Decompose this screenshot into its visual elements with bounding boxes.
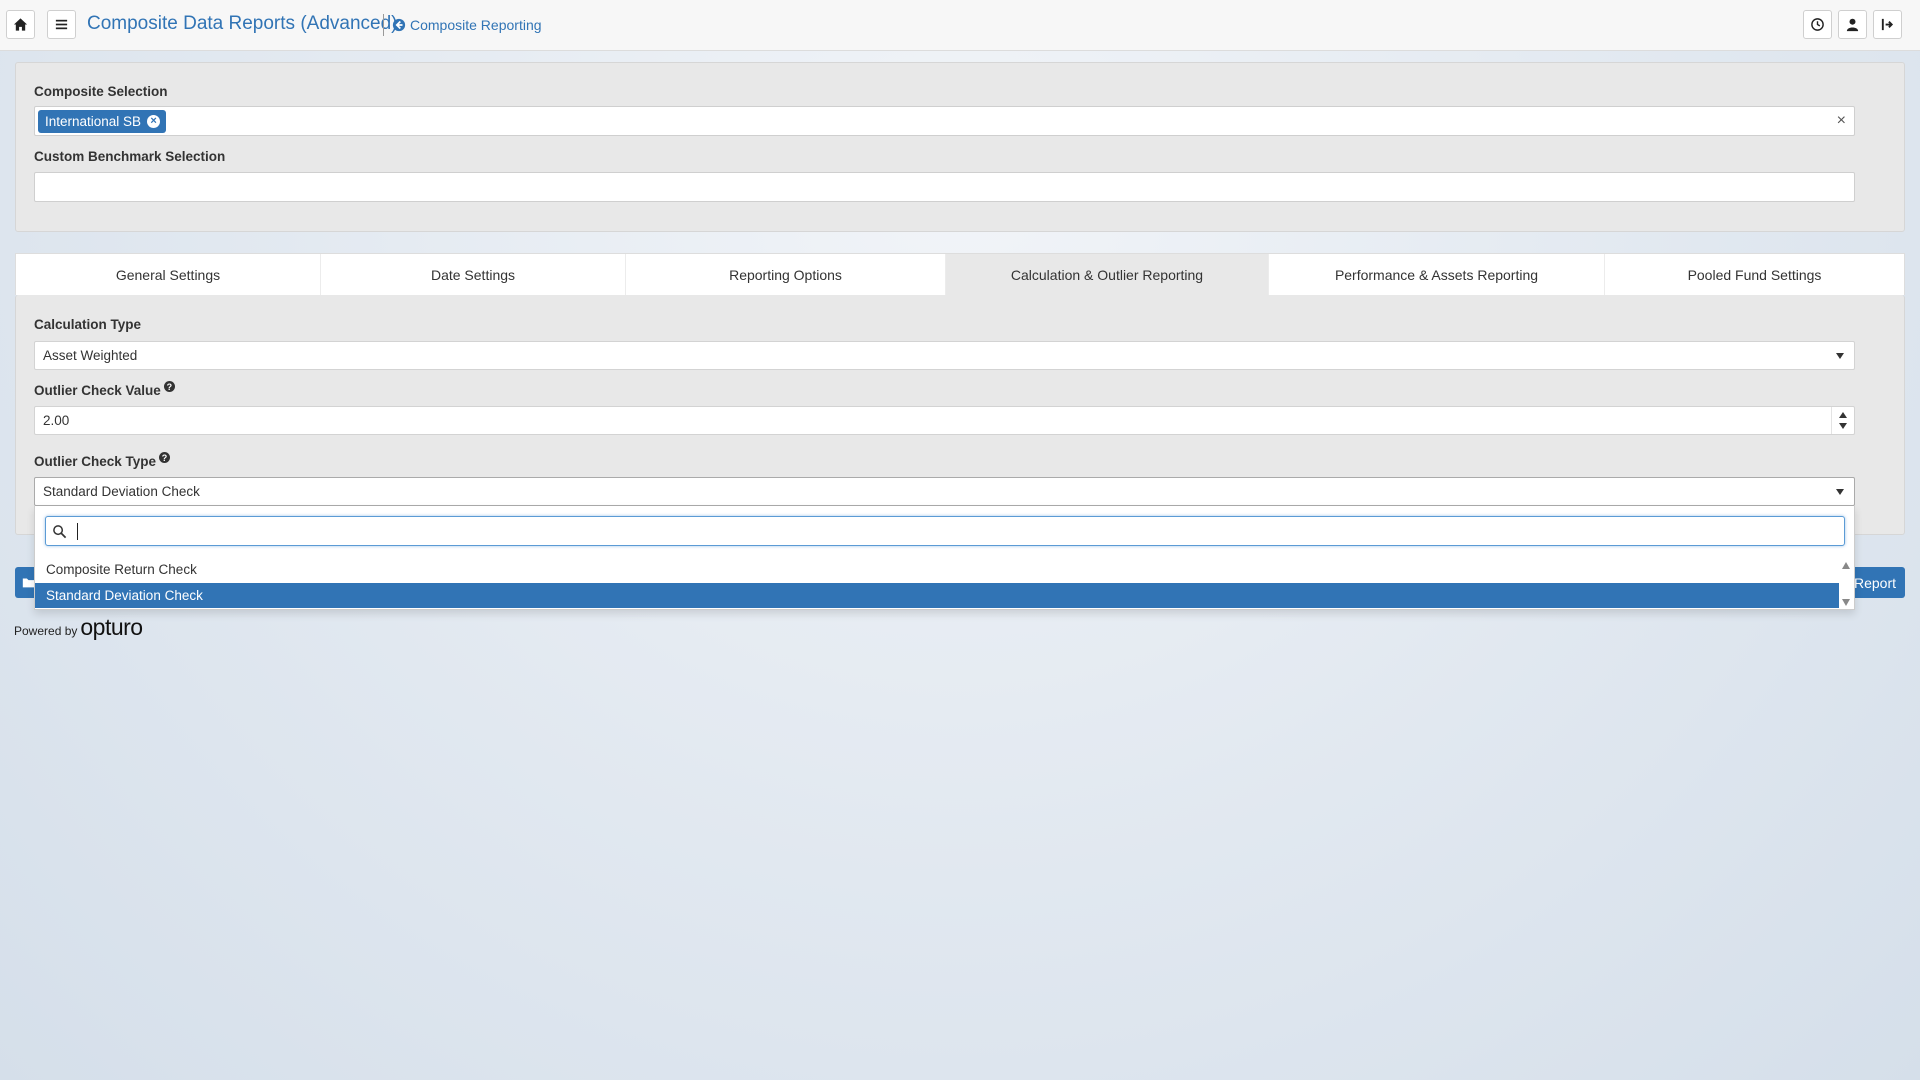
tab-reporting-options[interactable]: Reporting Options [626, 254, 946, 295]
tab-performance-assets-reporting[interactable]: Performance & Assets Reporting [1269, 254, 1605, 295]
clear-selection-icon[interactable]: × [1837, 112, 1846, 130]
outlier-check-type-value: Standard Deviation Check [43, 484, 200, 499]
number-spinner[interactable] [1831, 407, 1854, 434]
home-button[interactable] [6, 10, 35, 39]
logout-icon [1881, 18, 1894, 31]
scroll-up-icon[interactable] [1842, 562, 1850, 569]
powered-by-text: Powered by [14, 624, 78, 638]
calculation-type-value: Asset Weighted [43, 348, 138, 363]
history-icon [1811, 18, 1824, 31]
help-icon[interactable]: ? [163, 381, 175, 392]
chevron-down-icon [1836, 353, 1844, 359]
chevron-down-icon [1836, 489, 1844, 495]
tab-general-settings[interactable]: General Settings [16, 254, 321, 295]
dropdown-search-input[interactable] [45, 516, 1845, 546]
spin-down-icon[interactable] [1839, 423, 1847, 429]
logout-button[interactable] [1873, 10, 1902, 39]
outlier-check-value: 2.00 [43, 413, 70, 428]
tab-calculation-outlier-reporting[interactable]: Calculation & Outlier Reporting [946, 254, 1269, 295]
home-icon [13, 18, 28, 31]
user-button[interactable] [1838, 10, 1867, 39]
menu-button[interactable] [47, 10, 76, 39]
calculation-type-select[interactable]: Asset Weighted [34, 341, 1855, 370]
text-cursor [77, 522, 78, 540]
powered-by: Powered by opturo [14, 614, 143, 641]
opturo-logo: opturo [80, 614, 143, 640]
help-icon[interactable]: ? [159, 452, 171, 463]
benchmark-selection-input[interactable] [34, 172, 1855, 202]
calculation-type-label: Calculation Type [34, 317, 142, 332]
settings-tabs: General Settings Date Settings Reporting… [15, 253, 1905, 295]
spin-up-icon[interactable] [1839, 412, 1847, 418]
tag-remove-icon[interactable]: × [147, 115, 161, 128]
search-icon [53, 524, 67, 538]
composite-reporting-link[interactable]: Composite Reporting [392, 17, 542, 33]
composite-tag: International SB × [38, 110, 167, 133]
outlier-check-type-select[interactable]: Standard Deviation Check [34, 477, 1855, 506]
dropdown-option[interactable]: Composite Return Check [35, 557, 1839, 582]
benchmark-selection-label: Custom Benchmark Selection [34, 149, 226, 164]
composite-selection-input[interactable]: International SB × × [34, 106, 1855, 136]
tab-pooled-fund-settings[interactable]: Pooled Fund Settings [1605, 254, 1904, 295]
menu-icon [55, 19, 68, 30]
selection-panel [15, 62, 1905, 232]
history-button[interactable] [1803, 10, 1832, 39]
composite-selection-label: Composite Selection [34, 84, 168, 99]
outlier-check-type-label: Outlier Check Type? [34, 452, 171, 469]
title-separator [383, 14, 384, 36]
scroll-down-icon[interactable] [1842, 599, 1850, 606]
back-link-label: Composite Reporting [410, 17, 542, 33]
outlier-check-value-label: Outlier Check Value? [34, 381, 175, 398]
outlier-check-value-text: Outlier Check Value [34, 383, 161, 398]
user-icon [1846, 18, 1859, 32]
tab-date-settings[interactable]: Date Settings [321, 254, 626, 295]
composite-tag-label: International SB [45, 114, 142, 129]
circle-arrow-left-icon [392, 18, 406, 32]
outlier-check-type-dropdown: Composite Return Check Standard Deviatio… [34, 506, 1855, 610]
page-title: Composite Data Reports (Advanced) [87, 13, 398, 34]
dropdown-option-selected[interactable]: Standard Deviation Check [35, 583, 1839, 608]
outlier-check-type-text: Outlier Check Type [34, 454, 157, 469]
outlier-check-value-input[interactable]: 2.00 [34, 406, 1855, 435]
top-bar: Composite Data Reports (Advanced) Compos… [0, 0, 1920, 51]
